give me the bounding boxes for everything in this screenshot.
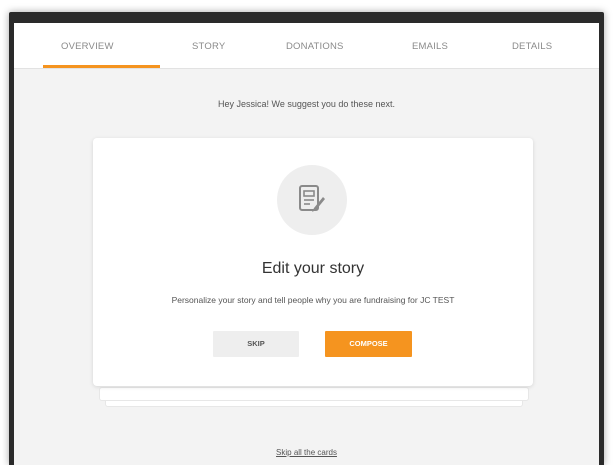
card-description: Personalize your story and tell people w… xyxy=(171,295,455,305)
tab-emails[interactable]: EMAILS xyxy=(412,41,448,52)
tab-details[interactable]: DETAILS xyxy=(512,41,552,52)
compose-button[interactable]: COMPOSE xyxy=(325,331,412,357)
active-tab-indicator xyxy=(43,65,160,68)
stacked-card-middle xyxy=(99,387,529,401)
app-window: OVERVIEW STORY DONATIONS EMAILS DETAILS … xyxy=(14,23,599,465)
tab-bar: OVERVIEW STORY DONATIONS EMAILS DETAILS xyxy=(14,23,599,69)
edit-document-icon xyxy=(277,165,347,235)
tab-overview[interactable]: OVERVIEW xyxy=(61,41,114,52)
suggestion-card: Edit your story Personalize your story a… xyxy=(93,138,533,386)
card-title: Edit your story xyxy=(261,260,365,277)
skip-button[interactable]: SKIP xyxy=(213,331,299,357)
skip-all-cards-link[interactable]: Skip all the cards xyxy=(14,448,599,457)
tab-story[interactable]: STORY xyxy=(192,41,225,52)
suggestion-text: Hey Jessica! We suggest you do these nex… xyxy=(218,99,395,109)
tab-donations[interactable]: DONATIONS xyxy=(286,41,344,52)
